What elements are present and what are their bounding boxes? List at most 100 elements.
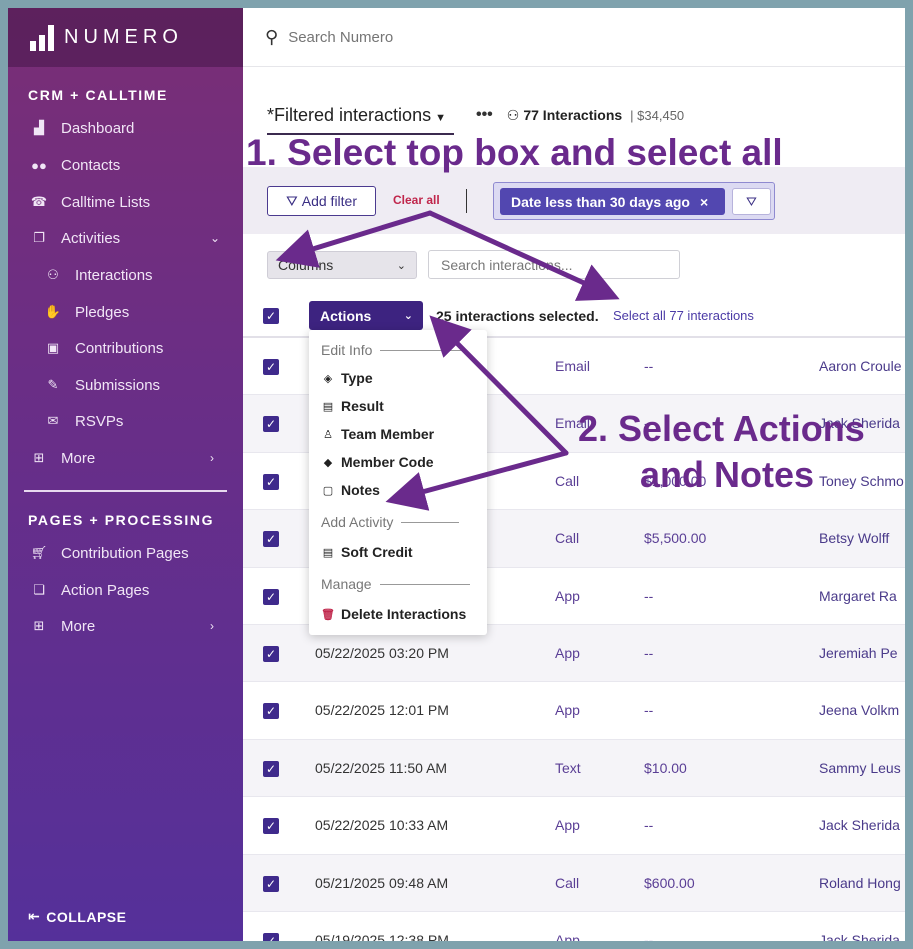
global-search-input[interactable] [288, 28, 689, 46]
more-options-button[interactable]: ••• [476, 106, 493, 124]
row-checkbox[interactable]: ✓ [263, 933, 279, 941]
menu-item-team-member[interactable]: ♙ Team Member [321, 426, 434, 442]
row-type: App [555, 587, 580, 604]
logo[interactable]: NUMERO [8, 8, 243, 67]
filter-group-add-button[interactable]: ⛛ [732, 188, 771, 215]
sidebar-item-contribution-pages[interactable]: 🛒︎ Contribution Pages [28, 544, 189, 562]
close-icon[interactable]: × [700, 194, 708, 210]
sidebar-item-label: Submissions [75, 376, 161, 394]
row-date: 05/22/2025 03:20 PM [315, 645, 449, 661]
handshake-icon: ✋ [44, 304, 62, 319]
clear-all-button[interactable]: Clear all [393, 193, 440, 207]
menu-group-add-activity: Add Activity [321, 514, 460, 530]
row-contact-name[interactable]: Jack Sherida [819, 932, 900, 941]
row-checkbox[interactable]: ✓ [263, 875, 279, 892]
row-contact-name[interactable]: Toney Schmo [819, 473, 904, 489]
menu-item-type[interactable]: ◈ Type [321, 370, 373, 386]
row-contact-name[interactable]: Margaret Ra [819, 588, 897, 604]
row-checkbox[interactable]: ✓ [263, 359, 279, 375]
row-contact-name[interactable]: Jeremiah Pe [819, 645, 898, 661]
sidebar-item-submissions[interactable]: ✎ Submissions [42, 376, 161, 394]
row-contact-name[interactable]: Betsy Wolff [819, 530, 889, 546]
row-checkbox[interactable]: ✓ [263, 818, 279, 835]
table-row[interactable]: ✓ 05/21/2025 09:48 AM Call $600.00 Roland Ho… [243, 854, 905, 912]
actions-button[interactable]: Actions ⌄ [309, 301, 423, 330]
chevron-down-icon: ⌄ [210, 231, 221, 245]
menu-item-label: Result [341, 398, 384, 414]
sidebar-item-pledges[interactable]: ✋ Pledges [42, 303, 129, 321]
cart-icon: 🛒︎ [30, 545, 48, 560]
table-row[interactable]: ✓ 05/19/2025 12:38 PM App -- Jack Sherida [243, 912, 905, 941]
sidebar-item-calltime-lists[interactable]: ☎ Calltime Lists [28, 193, 150, 211]
sidebar-item-contacts[interactable]: ●● Contacts [28, 156, 120, 174]
row-date: 05/19/2025 12:38 PM [315, 932, 449, 941]
row-amount: -- [644, 932, 654, 941]
sidebar-item-interactions[interactable]: ⚇ Interactions [42, 266, 152, 284]
menu-item-label: Soft Credit [341, 544, 413, 560]
sidebar-item-more-pages[interactable]: ⊞ More › [28, 617, 228, 635]
menu-item-soft-credit[interactable]: ▤ Soft Credit [321, 544, 413, 560]
active-filter-group: Date less than 30 days ago × ⛛ [493, 182, 775, 220]
list-icon: ▤ [322, 546, 334, 559]
sidebar-item-label: Activities [61, 229, 121, 247]
filter-chip-label: Date less than 30 days ago [511, 193, 690, 210]
sidebar-item-more[interactable]: ⊞ More › [28, 449, 228, 467]
sidebar-item-action-pages[interactable]: ❏ Action Pages [28, 581, 149, 599]
sidebar-item-rsvps[interactable]: ✉ RSVPs [42, 412, 124, 430]
select-all-link[interactable]: Select all 77 interactions [613, 308, 754, 323]
add-filter-label: Add filter [301, 193, 357, 209]
row-type: Text [555, 759, 581, 776]
columns-select[interactable]: Columns ⌄ [267, 251, 417, 279]
calltime-icon: ☎ [30, 194, 48, 209]
select-all-checkbox[interactable]: ✓ [263, 308, 279, 324]
row-checkbox[interactable]: ✓ [263, 703, 279, 720]
row-contact-name[interactable]: Jeena Volkm [819, 702, 899, 718]
menu-group-edit-info: Edit Info [321, 342, 467, 358]
add-filter-button[interactable]: ⛛ Add filter [267, 186, 376, 216]
rsvp-icon: ✉ [47, 413, 59, 428]
row-checkbox[interactable]: ✓ [263, 473, 279, 490]
menu-item-delete-interactions[interactable]: 🗑︎ Delete Interactions [321, 606, 466, 622]
collapse-button[interactable]: ⇤ COLLAPSE [28, 908, 126, 925]
view-header: *Filtered interactions ▼ ••• ⚇ 77 Interac… [267, 105, 684, 135]
row-contact-name[interactable]: Roland Hong [819, 875, 901, 891]
sidebar-item-activities[interactable]: ❐ Activities ⌄ [28, 229, 228, 247]
menu-item-member-code[interactable]: ◆ Member Code [321, 454, 434, 470]
sidebar-item-label: Action Pages [61, 581, 150, 599]
collapse-arrow-icon: ⇤ [28, 908, 41, 924]
row-contact-name[interactable]: Aaron Croule [819, 358, 902, 374]
row-contact-name[interactable]: Jack Sherida [819, 817, 900, 833]
row-type: Call [555, 472, 580, 489]
view-selector[interactable]: *Filtered interactions ▼ [267, 105, 454, 135]
table-row[interactable]: ✓ 05/22/2025 10:33 AM App -- Jack Sherida [243, 797, 905, 855]
table-row[interactable]: ✓ 05/22/2025 12:01 PM App -- Jeena Volkm [243, 682, 905, 740]
menu-item-label: Delete Interactions [341, 606, 467, 622]
filter-separator [466, 189, 467, 213]
filter-chip[interactable]: Date less than 30 days ago × [500, 188, 725, 215]
row-checkbox[interactable]: ✓ [263, 588, 279, 605]
menu-item-result[interactable]: ▤ Result [321, 398, 384, 414]
row-type: App [555, 702, 580, 719]
row-checkbox[interactable]: ✓ [263, 646, 279, 662]
sidebar-item-label: Dashboard [61, 119, 135, 137]
menu-item-label: Notes [341, 482, 380, 498]
sidebar-item-contributions[interactable]: ▣ Contributions [42, 339, 164, 357]
sidebar-item-dashboard[interactable]: ▟ Dashboard [28, 119, 134, 137]
row-date: 05/22/2025 10:33 AM [315, 817, 449, 834]
row-contact-name[interactable]: Sammy Leus [819, 760, 901, 776]
search-interactions-input[interactable]: Search interactions... [428, 250, 680, 279]
row-checkbox[interactable]: ✓ [263, 760, 279, 777]
chevron-down-icon: ⌄ [403, 310, 413, 322]
dashboard-icon: ▟ [34, 120, 44, 135]
plus-square-icon: ⊞ [33, 618, 45, 633]
row-checkbox[interactable]: ✓ [263, 531, 279, 548]
layers-icon: ◈ [323, 372, 333, 385]
menu-item-notes[interactable]: ▢ Notes [321, 482, 380, 498]
plus-square-icon: ⊞ [33, 450, 45, 465]
sidebar-item-label: RSVPs [75, 412, 124, 430]
row-checkbox[interactable]: ✓ [263, 416, 279, 433]
sidebar-item-label: Contributions [75, 339, 164, 357]
table-row[interactable]: ✓ 05/22/2025 11:50 AM Text $10.00 Sammy Leus [243, 739, 905, 798]
sidebar: NUMERO CRM + CALLTIME ▟ Dashboard ●● Con… [8, 8, 243, 941]
columns-label: Columns [278, 257, 334, 273]
